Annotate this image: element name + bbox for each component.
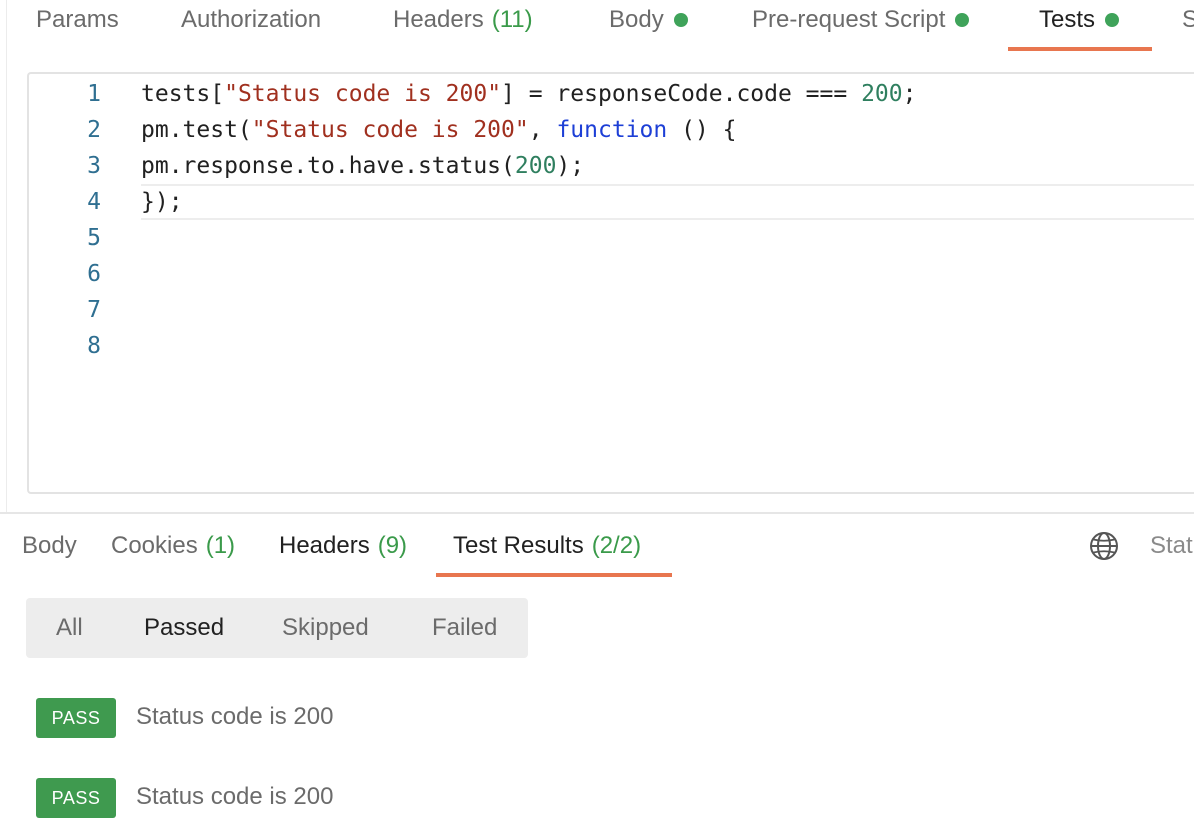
line-number: 4	[87, 189, 101, 215]
tab-response-body[interactable]: Body	[22, 532, 77, 560]
line-code: tests["Status code is 200"] = responseCo…	[141, 81, 916, 107]
line-number: 2	[87, 117, 101, 143]
line-number: 1	[87, 81, 101, 107]
code-token: tests[	[141, 81, 225, 107]
left-edge-line	[6, 0, 7, 512]
tab-label: Pre-request Script	[752, 6, 946, 33]
status-dot-icon	[955, 13, 970, 27]
active-tab-indicator	[436, 573, 672, 577]
code-token: pm.response.to.have.status(	[141, 153, 515, 179]
tab-label: Authorization	[181, 6, 322, 33]
code-line: 3 pm.response.to.have.status(200);	[29, 148, 1194, 184]
result-filter-group: All Passed Skipped Failed	[26, 598, 528, 658]
code-line: 8	[29, 328, 1194, 364]
code-keyword: function	[556, 117, 668, 143]
tab-response-headers[interactable]: Headers (9)	[279, 532, 407, 560]
pass-badge: PASS	[36, 698, 116, 738]
tab-count: (11)	[491, 6, 533, 33]
filter-skipped[interactable]: Skipped	[282, 614, 369, 642]
tab-test-results[interactable]: Test Results (2/2)	[453, 532, 641, 560]
tab-label: S	[1182, 6, 1194, 33]
tab-body[interactable]: Body	[609, 6, 688, 34]
code-token: ] = responseCode.code ===	[501, 81, 862, 107]
tab-pre-request-script[interactable]: Pre-request Script	[752, 6, 970, 34]
code-line: 6	[29, 256, 1194, 292]
tab-settings-truncated[interactable]: S	[1182, 6, 1194, 34]
tab-label: Test Results	[453, 532, 584, 559]
line-code: pm.test("Status code is 200", function (…	[141, 117, 736, 143]
tab-headers[interactable]: Headers (11)	[393, 6, 533, 34]
line-number: 6	[87, 261, 101, 287]
tests-code-editor[interactable]: 1 tests["Status code is 200"] = response…	[27, 72, 1194, 494]
tab-tests[interactable]: Tests	[1039, 6, 1120, 34]
line-code: pm.response.to.have.status(200);	[141, 153, 584, 179]
code-line: 7	[29, 292, 1194, 328]
code-number: 200	[861, 81, 903, 107]
pane-divider[interactable]	[0, 512, 1194, 514]
tab-label: Cookies	[111, 532, 198, 559]
tab-label: Headers	[279, 532, 370, 559]
filter-passed[interactable]: Passed	[144, 614, 224, 642]
tab-label: Body	[609, 6, 664, 33]
tab-count: (9)	[377, 532, 408, 559]
code-token: () {	[667, 117, 737, 143]
line-code: });	[141, 189, 183, 215]
filter-all[interactable]: All	[56, 614, 83, 642]
tab-count: (1)	[205, 532, 236, 559]
code-number: 200	[514, 153, 557, 179]
line-number: 3	[87, 153, 101, 179]
line-number: 7	[87, 297, 101, 323]
response-status-label: Statu	[1150, 532, 1194, 559]
line-number: 8	[87, 333, 101, 359]
tab-label: Body	[22, 532, 77, 559]
test-result-row: PASS Status code is 200	[36, 778, 836, 818]
code-token: });	[141, 189, 183, 215]
code-string: "Status code is 200"	[251, 117, 529, 143]
code-line: 5	[29, 220, 1194, 256]
test-name: Status code is 200	[136, 783, 334, 810]
code-token: );	[556, 153, 585, 179]
tab-authorization[interactable]: Authorization	[181, 6, 321, 34]
tab-cookies[interactable]: Cookies (1)	[111, 532, 235, 560]
pass-badge: PASS	[36, 778, 116, 818]
code-string: "Status code is 200"	[224, 81, 502, 107]
code-token: ;	[902, 81, 917, 107]
tab-count: (2/2)	[591, 532, 642, 559]
test-name: Status code is 200	[136, 703, 334, 730]
tab-label: Params	[36, 6, 119, 33]
filter-failed[interactable]: Failed	[432, 614, 497, 642]
globe-icon[interactable]	[1089, 531, 1119, 561]
code-line: 1 tests["Status code is 200"] = response…	[29, 76, 1194, 112]
line-number: 5	[87, 225, 101, 251]
code-token: ,	[528, 117, 557, 143]
active-tab-indicator	[1008, 47, 1152, 51]
test-result-row: PASS Status code is 200	[36, 698, 836, 738]
status-dot-icon	[1105, 13, 1120, 27]
tab-label: Headers	[393, 6, 484, 33]
code-line: 2 pm.test("Status code is 200", function…	[29, 112, 1194, 148]
tab-params[interactable]: Params	[36, 6, 119, 34]
code-token: pm.test(	[141, 117, 252, 143]
code-line: 4 });	[29, 184, 1194, 220]
status-dot-icon	[673, 13, 688, 27]
tab-label: Tests	[1039, 6, 1096, 33]
request-tabs: Params Authorization Headers (11) Body P…	[0, 0, 1194, 52]
